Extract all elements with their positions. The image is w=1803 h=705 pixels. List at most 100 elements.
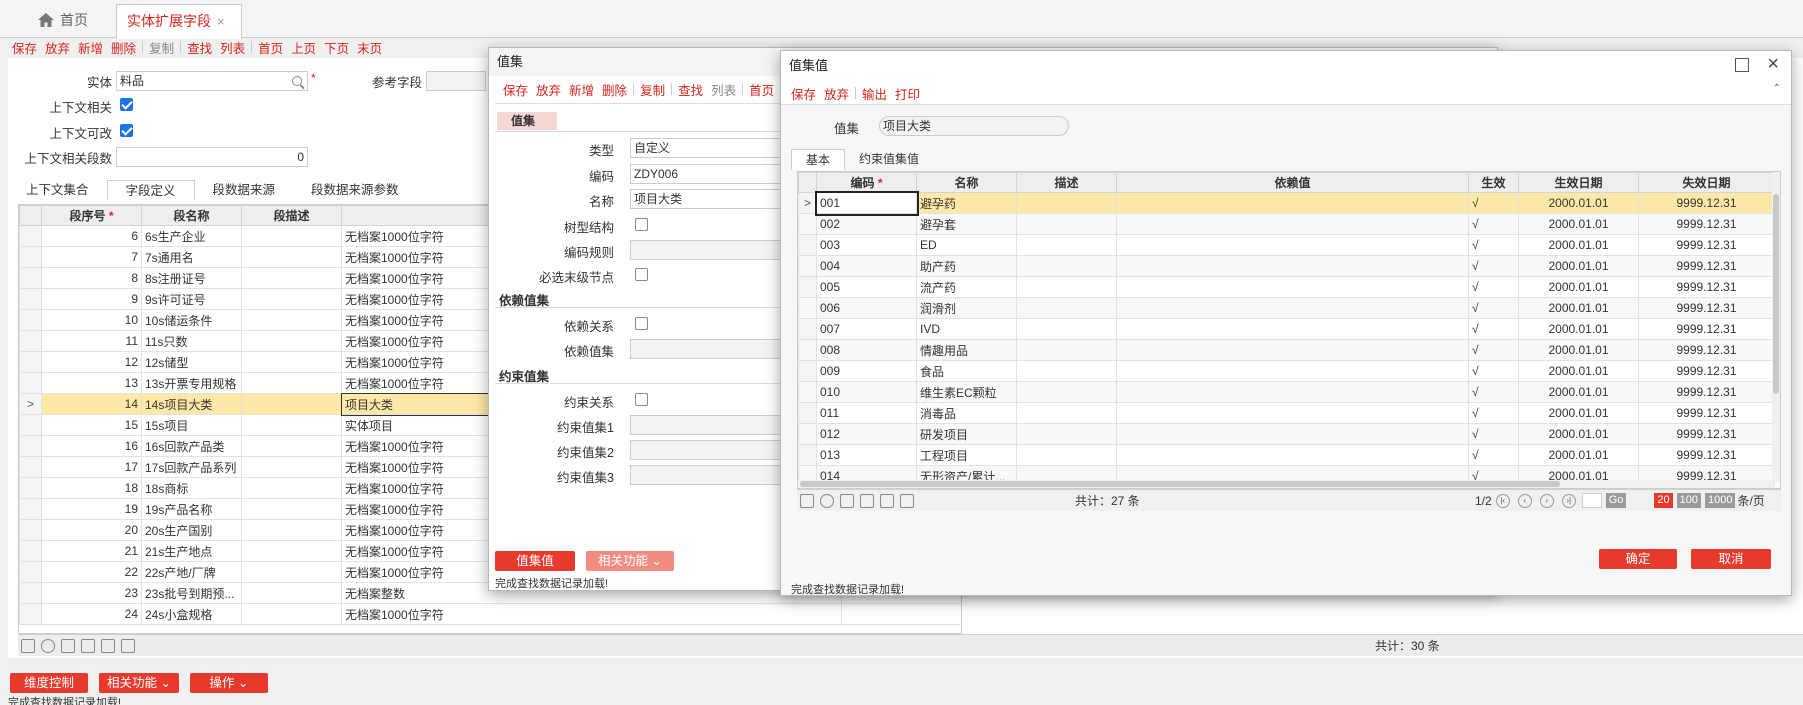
ref-field-input[interactable] — [426, 71, 486, 91]
cell-seq[interactable]: 16 — [41, 435, 142, 457]
prev-page-icon[interactable]: ‹ — [1517, 493, 1532, 508]
col-dependent-value[interactable]: 依赖值 — [1116, 172, 1469, 193]
cell-seq[interactable]: 18 — [41, 477, 142, 499]
dlg2-discard-button[interactable]: 放弃 — [820, 84, 853, 103]
cell-seq[interactable]: 19 — [41, 498, 142, 520]
cell-effective[interactable]: √ — [1468, 234, 1519, 256]
cell-code[interactable]: 001 — [814, 190, 919, 216]
table-row[interactable]: 008 情趣用品 √ 2000.01.01 9999.12.31 — [798, 339, 1775, 361]
edit-icon[interactable] — [880, 493, 894, 508]
row-indicator[interactable] — [19, 225, 42, 247]
row-indicator[interactable] — [798, 423, 817, 445]
cell-value-name[interactable]: ED — [916, 234, 1017, 256]
edit-icon[interactable] — [101, 638, 115, 653]
tab-basic[interactable]: 基本 — [791, 149, 846, 170]
cell-code[interactable]: 003 — [816, 234, 917, 256]
cell-effective[interactable]: √ — [1468, 318, 1519, 340]
cell-seq[interactable]: 12 — [41, 351, 142, 373]
cell-effective[interactable]: √ — [1468, 297, 1519, 319]
add-icon[interactable] — [820, 493, 834, 508]
prev-page-button[interactable]: 上页 — [287, 38, 320, 57]
cell-value-name[interactable]: 消毒品 — [916, 402, 1017, 424]
cell-extra[interactable] — [841, 603, 961, 625]
table-row[interactable]: >001 避孕药 √ 2000.01.01 9999.12.31 — [798, 190, 1775, 216]
cell-desc[interactable] — [241, 435, 342, 457]
cell-seq[interactable]: 9 — [41, 288, 142, 310]
first-page-icon[interactable]: |‹ — [1495, 493, 1510, 508]
cell-code[interactable]: 011 — [816, 402, 917, 424]
close-icon[interactable]: × — [217, 14, 225, 29]
cell-description[interactable] — [1016, 234, 1117, 256]
cell-seq[interactable]: 17 — [41, 456, 142, 478]
cell-desc[interactable] — [241, 540, 342, 562]
cell-desc[interactable] — [241, 351, 342, 373]
cell-seq[interactable]: 15 — [41, 414, 142, 436]
dlg1-related-button[interactable]: 相关功能 ⌄ — [586, 551, 674, 571]
tab-home[interactable]: 首页 — [28, 4, 98, 38]
entity-input[interactable]: 料品 — [116, 71, 308, 91]
cell-end-date[interactable]: 9999.12.31 — [1638, 213, 1775, 235]
cell-value-name[interactable]: 流产药 — [916, 276, 1017, 298]
row-indicator[interactable] — [19, 540, 42, 562]
cell-value-name[interactable]: 避孕药 — [916, 192, 1017, 214]
cell-effective[interactable]: √ — [1468, 444, 1519, 466]
vertical-scrollbar[interactable] — [1772, 172, 1780, 482]
cell-seq[interactable]: 11 — [41, 330, 142, 352]
row-indicator[interactable] — [798, 213, 817, 235]
last-page-icon[interactable]: ›| — [1561, 493, 1576, 508]
cell-effective[interactable]: √ — [1468, 213, 1519, 235]
page-size-1000[interactable]: 1000 — [1704, 493, 1736, 508]
cell-name[interactable]: 17s回款产品系列 — [141, 456, 242, 478]
cell-start-date[interactable]: 2000.01.01 — [1518, 402, 1639, 424]
cell-end-date[interactable]: 9999.12.31 — [1638, 255, 1775, 277]
add-icon[interactable] — [41, 638, 55, 653]
cell-name[interactable]: 21s生产地点 — [141, 540, 242, 562]
filter-icon[interactable] — [21, 638, 35, 653]
cell-seq[interactable]: 20 — [41, 519, 142, 541]
find-button[interactable]: 查找 — [183, 38, 216, 57]
cell-start-date[interactable]: 2000.01.01 — [1518, 339, 1639, 361]
cell-effective[interactable]: √ — [1468, 423, 1519, 445]
cell-start-date[interactable]: 2000.01.01 — [1518, 360, 1639, 382]
cell-desc[interactable] — [241, 372, 342, 394]
row-indicator[interactable] — [798, 381, 817, 403]
cell-name[interactable]: 8s注册证号 — [141, 267, 242, 289]
row-indicator[interactable] — [19, 435, 42, 457]
row-indicator[interactable] — [19, 456, 42, 478]
cell-seq[interactable]: 10 — [41, 309, 142, 331]
cell-start-date[interactable]: 2000.01.01 — [1518, 276, 1639, 298]
name-input[interactable]: 项目大类 — [630, 189, 790, 209]
cell-dependent-value[interactable] — [1116, 423, 1469, 445]
cell-end-date[interactable]: 9999.12.31 — [1638, 402, 1775, 424]
cell-description[interactable] — [1016, 444, 1117, 466]
code-input[interactable]: ZDY006 — [630, 164, 790, 184]
dlg2-print-button[interactable]: 打印 — [891, 84, 924, 103]
dep-rel-checkbox[interactable] — [635, 317, 648, 330]
row-indicator[interactable] — [798, 444, 817, 466]
cell-code[interactable]: 013 — [816, 444, 917, 466]
page-number-input[interactable] — [1581, 493, 1602, 508]
page-size-100[interactable]: 100 — [1676, 493, 1701, 508]
tab-segment-source[interactable]: 段数据来源 — [195, 180, 294, 200]
cell-end-date[interactable]: 9999.12.31 — [1638, 297, 1775, 319]
ok-button[interactable]: 确定 — [1599, 549, 1677, 569]
cell-start-date[interactable]: 2000.01.01 — [1518, 381, 1639, 403]
cell-desc[interactable] — [241, 225, 342, 247]
set-input[interactable]: 项目大类 — [879, 116, 1069, 136]
row-indicator[interactable] — [19, 267, 42, 289]
table-row[interactable]: 012 研发项目 √ 2000.01.01 9999.12.31 — [798, 423, 1775, 445]
new-button[interactable]: 新增 — [74, 38, 107, 57]
dlg1-first-button[interactable]: 首页 — [745, 80, 778, 99]
cell-desc[interactable] — [241, 309, 342, 331]
row-indicator[interactable] — [19, 582, 42, 604]
next-page-button[interactable]: 下页 — [320, 38, 353, 57]
cell-end-date[interactable]: 9999.12.31 — [1638, 339, 1775, 361]
cell-effective[interactable]: √ — [1468, 381, 1519, 403]
cell-desc[interactable] — [241, 582, 342, 604]
con2-input[interactable] — [630, 440, 790, 460]
dlg1-list-button[interactable]: 列表 — [707, 80, 740, 99]
table-row[interactable]: 005 流产药 √ 2000.01.01 9999.12.31 — [798, 276, 1775, 298]
tab-entity-ext-fields[interactable]: 实体扩展字段 × — [116, 4, 242, 39]
cell-dependent-value[interactable] — [1116, 339, 1469, 361]
cell-start-date[interactable]: 2000.01.01 — [1518, 255, 1639, 277]
